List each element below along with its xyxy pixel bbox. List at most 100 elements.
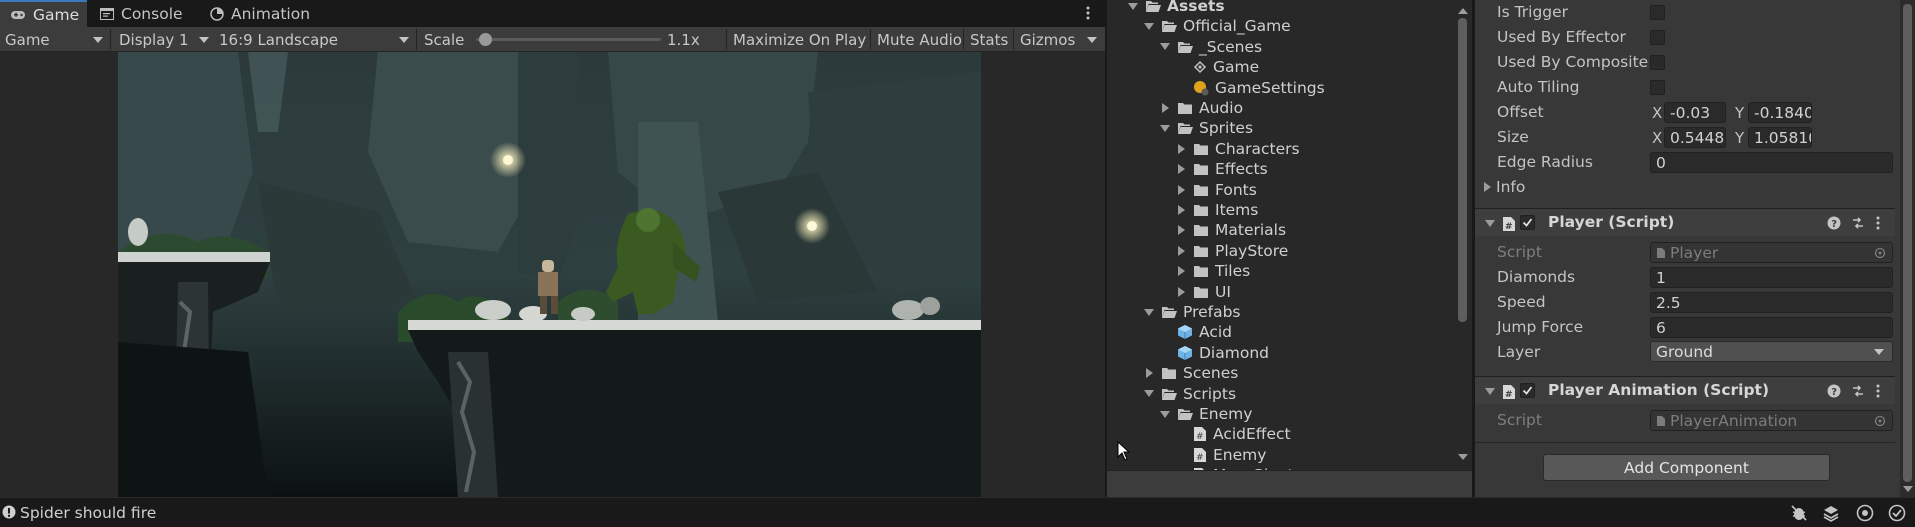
collab-icon[interactable] xyxy=(1856,504,1874,526)
aspect-dropdown[interactable]: 16:9 Landscape xyxy=(214,27,414,52)
svg-text:#: # xyxy=(1505,222,1513,232)
project-tree-item[interactable]: Assets xyxy=(1127,0,1225,16)
project-tree-item[interactable]: Game xyxy=(1175,57,1259,77)
player-animation-script-header[interactable]: # Player Animation (Script) ? xyxy=(1475,376,1895,404)
tab-animation[interactable]: Animation xyxy=(200,0,320,27)
collapsed-arrow-icon[interactable] xyxy=(1175,184,1187,196)
preset-icon[interactable] xyxy=(1851,216,1865,234)
info-expand-icon[interactable] xyxy=(1484,182,1491,192)
edge-radius-label: Edge Radius xyxy=(1497,153,1593,171)
jump-force-field[interactable]: 6 xyxy=(1650,317,1893,338)
project-tree-item[interactable]: Scripts xyxy=(1143,384,1236,404)
edge-radius-field[interactable]: 0 xyxy=(1650,152,1893,173)
project-tree-item[interactable]: Fonts xyxy=(1175,180,1257,200)
used-by-composite-checkbox[interactable] xyxy=(1650,55,1665,70)
expanded-arrow-icon[interactable] xyxy=(1159,41,1171,53)
used-by-effector-checkbox[interactable] xyxy=(1650,30,1665,45)
project-tree-item[interactable]: # AcidEffect xyxy=(1175,424,1291,444)
collapsed-arrow-icon[interactable] xyxy=(1175,286,1187,298)
project-tree-item[interactable]: PlayStore xyxy=(1175,241,1288,261)
status-message[interactable]: Spider should fire xyxy=(20,504,156,522)
expanded-arrow-icon[interactable] xyxy=(1159,408,1171,420)
player-script-header[interactable]: # Player (Script) ? xyxy=(1475,208,1895,236)
project-tree-item[interactable]: Tiles xyxy=(1175,261,1250,281)
diamonds-label: Diamonds xyxy=(1497,268,1576,286)
layer-dropdown[interactable]: Ground xyxy=(1650,341,1893,362)
component-menu-icon[interactable] xyxy=(1875,215,1881,235)
project-tree-item[interactable]: # Enemy xyxy=(1175,445,1266,465)
auto-tiling-checkbox[interactable] xyxy=(1650,80,1665,95)
scroll-up-arrow-icon[interactable] xyxy=(1458,8,1468,14)
help-icon[interactable]: ? xyxy=(1827,216,1841,234)
collapse-arrow-icon[interactable] xyxy=(1485,220,1495,227)
collapsed-arrow-icon[interactable] xyxy=(1175,143,1187,155)
project-tree-item[interactable]: Items xyxy=(1175,200,1258,220)
is-trigger-checkbox[interactable] xyxy=(1650,5,1665,20)
info-foldout[interactable]: Info xyxy=(1496,178,1525,196)
tab-game[interactable]: Game xyxy=(0,0,87,27)
project-scrollbar[interactable] xyxy=(1458,8,1468,460)
collapsed-arrow-icon[interactable] xyxy=(1175,245,1187,257)
scroll-down-arrow-icon[interactable] xyxy=(1458,454,1468,460)
project-tree-item[interactable]: Scenes xyxy=(1143,363,1238,383)
project-tree-item[interactable]: Diamond xyxy=(1159,343,1269,363)
expanded-arrow-icon[interactable] xyxy=(1143,388,1155,400)
maximize-on-play-button[interactable]: Maximize On Play xyxy=(728,27,871,52)
preset-icon[interactable] xyxy=(1851,384,1865,402)
project-tree-item[interactable]: Prefabs xyxy=(1143,302,1241,322)
project-tree-item[interactable]: Audio xyxy=(1159,98,1243,118)
gizmos-button[interactable]: Gizmos xyxy=(1015,27,1080,52)
speed-field[interactable]: 2.5 xyxy=(1650,292,1893,313)
inspector-scroll-thumb[interactable] xyxy=(1903,4,1912,482)
game-viewport[interactable] xyxy=(118,52,981,497)
size-y-field[interactable]: 1.05810 xyxy=(1748,127,1812,148)
collapsed-arrow-icon[interactable] xyxy=(1175,224,1187,236)
expanded-arrow-icon[interactable] xyxy=(1159,122,1171,134)
project-tree-item[interactable]: UI xyxy=(1175,282,1231,302)
offset-x-field[interactable]: -0.03 xyxy=(1664,102,1726,123)
project-tree-item[interactable]: GameSettings xyxy=(1175,78,1325,98)
collapsed-arrow-icon[interactable] xyxy=(1159,102,1171,114)
diamonds-field[interactable]: 1 xyxy=(1650,267,1893,288)
help-icon[interactable]: ? xyxy=(1827,384,1841,402)
bug-icon[interactable] xyxy=(1790,504,1808,526)
collapsed-arrow-icon[interactable] xyxy=(1175,204,1187,216)
scale-slider-thumb[interactable] xyxy=(479,33,493,46)
cloud-check-icon[interactable] xyxy=(1888,504,1906,526)
scroll-down-arrow-icon[interactable] xyxy=(1903,486,1913,492)
expanded-arrow-icon[interactable] xyxy=(1127,0,1139,12)
project-tree-item[interactable]: Sprites xyxy=(1159,118,1253,138)
tab-console[interactable]: Console xyxy=(90,0,193,27)
project-tree-item[interactable]: Enemy xyxy=(1159,404,1252,424)
stats-button[interactable]: Stats xyxy=(965,27,1013,52)
collapsed-arrow-icon[interactable] xyxy=(1175,163,1187,175)
project-tree-item[interactable]: Materials xyxy=(1175,220,1286,240)
offset-y-field[interactable]: -0.1840 xyxy=(1748,102,1812,123)
collapsed-arrow-icon[interactable] xyxy=(1143,367,1155,379)
project-tree-item[interactable]: Characters xyxy=(1175,139,1300,159)
collapsed-arrow-icon[interactable] xyxy=(1175,265,1187,277)
view-mode-dropdown[interactable]: Game xyxy=(0,27,108,52)
project-tree-item[interactable]: _Scenes xyxy=(1159,37,1262,57)
size-label: Size xyxy=(1497,128,1529,146)
enabled-checkbox[interactable] xyxy=(1520,383,1535,398)
project-tree-item[interactable]: Effects xyxy=(1175,159,1268,179)
size-x-field[interactable]: 0.5448 xyxy=(1664,127,1726,148)
project-tree-item[interactable]: Official_Game xyxy=(1143,16,1291,36)
component-menu-icon[interactable] xyxy=(1875,383,1881,403)
chevron-down-icon xyxy=(1087,36,1097,43)
expanded-arrow-icon[interactable] xyxy=(1143,306,1155,318)
display-dropdown[interactable]: Display 1 xyxy=(114,27,214,52)
project-scroll-thumb[interactable] xyxy=(1458,18,1467,322)
mute-audio-button[interactable]: Mute Audio xyxy=(872,27,967,52)
kebab-menu-icon[interactable] xyxy=(1080,5,1096,21)
project-tree-item[interactable]: Acid xyxy=(1159,322,1232,342)
add-component-button[interactable]: Add Component xyxy=(1543,454,1830,481)
expanded-arrow-icon[interactable] xyxy=(1143,20,1155,32)
collapse-arrow-icon[interactable] xyxy=(1485,388,1495,395)
gizmos-dropdown[interactable] xyxy=(1082,27,1102,52)
layers-icon[interactable] xyxy=(1822,504,1840,526)
scale-slider-track[interactable] xyxy=(476,38,661,41)
inspector-scrollbar[interactable] xyxy=(1900,0,1915,497)
enabled-checkbox[interactable] xyxy=(1520,215,1535,230)
